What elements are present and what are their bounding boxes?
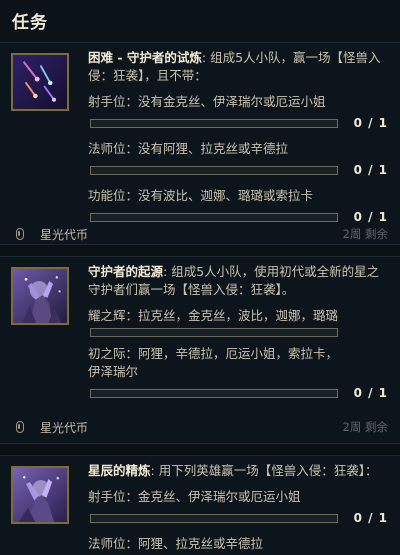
mission-divider <box>0 444 400 455</box>
objective-progress-bar <box>90 118 338 128</box>
reward-row: 星光代币 2周 剩余 <box>12 224 388 244</box>
mission-divider <box>0 245 400 256</box>
objective-count: 0 / 1 <box>353 116 388 130</box>
objective-item: 射手位：金克丝、伊泽瑞尔或厄运小姐 0 / 1 <box>88 488 388 527</box>
objective-item: 初之际：阿狸，辛德拉，厄运小姐，索拉卡，伊泽瑞尔 0 / 1 <box>88 345 388 402</box>
time-remaining: 2周 剩余 <box>342 420 388 434</box>
objective-label: 初之际：阿狸，辛德拉，厄运小姐，索拉卡，伊泽瑞尔 <box>88 346 339 379</box>
panel-title: 任务 <box>12 13 48 33</box>
objective-progress-bar <box>90 212 338 222</box>
mission-text: : 用下列英雄赢一场【怪兽入侵：狂袭】： <box>150 463 378 478</box>
objective-count: 0 / 1 <box>353 386 388 400</box>
mission-title: 星辰的精炼 <box>88 463 151 478</box>
objective-label: 射手位：没有金克丝、伊泽瑞尔或厄运小姐 <box>88 94 326 109</box>
objective-item: 耀之辉：拉克丝，金克丝，波比，迦娜，璐璐 <box>88 307 388 337</box>
reward-label: 星光代币 <box>40 420 89 435</box>
objective-count: 0 / 1 <box>353 511 388 525</box>
objective-progress-bar <box>90 388 338 398</box>
objective-label: 耀之辉：拉克丝，金克丝，波比，迦娜，璐璐 <box>88 308 339 323</box>
mission-content: 星辰的精炼: 用下列英雄赢一场【怪兽入侵：狂袭】： 射手位：金克丝、伊泽瑞尔或厄… <box>88 462 388 553</box>
reward-row: 星光代币 2周 剩余 <box>12 417 388 437</box>
mission-card[interactable]: 守护者的起源: 组成5人小队，使用初代或全新的星之守护者们赢一场【怪兽入侵：狂袭… <box>0 256 400 444</box>
objective-progress-bar <box>90 328 338 337</box>
mission-card[interactable]: 困难 - 守护者的试炼: 组成5人小队，赢一场【怪兽入侵：狂袭】，且不带： 射手… <box>0 42 400 245</box>
objective-item: 法师位：没有阿狸、拉克丝或辛德拉 0 / 1 <box>88 140 388 179</box>
mission-card[interactable]: 星辰的精炼: 用下列英雄赢一场【怪兽入侵：狂袭】： 射手位：金克丝、伊泽瑞尔或厄… <box>0 455 400 555</box>
token-icon <box>16 228 24 240</box>
objective-label: 射手位：金克丝、伊泽瑞尔或厄运小姐 <box>88 489 301 504</box>
mission-description: 星辰的精炼: 用下列英雄赢一场【怪兽入侵：狂袭】： <box>88 462 388 480</box>
objective-item: 射手位：没有金克丝、伊泽瑞尔或厄运小姐 0 / 1 <box>88 93 388 132</box>
objective-label: 功能位：没有波比、迦娜、璐璐或索拉卡 <box>88 188 314 203</box>
star-guardian-art-icon <box>11 267 69 325</box>
time-remaining: 2周 剩余 <box>342 227 388 241</box>
objective-count: 0 / 1 <box>353 163 388 177</box>
objective-progress-bar <box>90 513 338 523</box>
token-icon <box>16 421 24 433</box>
objective-item: 功能位：没有波比、迦娜、璐璐或索拉卡 0 / 1 <box>88 187 388 226</box>
objective-label: 法师位：没有阿狸、拉克丝或辛德拉 <box>88 141 289 156</box>
meteor-shower-icon <box>11 53 69 111</box>
objective-label: 法师位：阿狸、拉克丝或辛德拉 <box>88 536 264 551</box>
mission-description: 困难 - 守护者的试炼: 组成5人小队，赢一场【怪兽入侵：狂袭】，且不带： <box>88 49 388 85</box>
missions-panel: 任务 困难 - 守护者的试炼: 组成5人小队，赢一场【怪兽入侵：狂袭】，且不带：… <box>0 0 400 555</box>
reward-label: 星光代币 <box>40 227 89 242</box>
objective-progress-bar <box>90 165 338 175</box>
mission-title: 守护者的起源 <box>88 264 164 279</box>
star-guardian-art-icon <box>11 466 69 524</box>
mission-title: 困难 - 守护者的试炼 <box>88 50 202 65</box>
mission-description: 守护者的起源: 组成5人小队，使用初代或全新的星之守护者们赢一场【怪兽入侵：狂袭… <box>88 263 388 299</box>
mission-content: 守护者的起源: 组成5人小队，使用初代或全新的星之守护者们赢一场【怪兽入侵：狂袭… <box>88 263 388 402</box>
objective-item: 法师位：阿狸、拉克丝或辛德拉 <box>88 535 388 553</box>
mission-content: 困难 - 守护者的试炼: 组成5人小队，赢一场【怪兽入侵：狂袭】，且不带： 射手… <box>88 49 388 226</box>
